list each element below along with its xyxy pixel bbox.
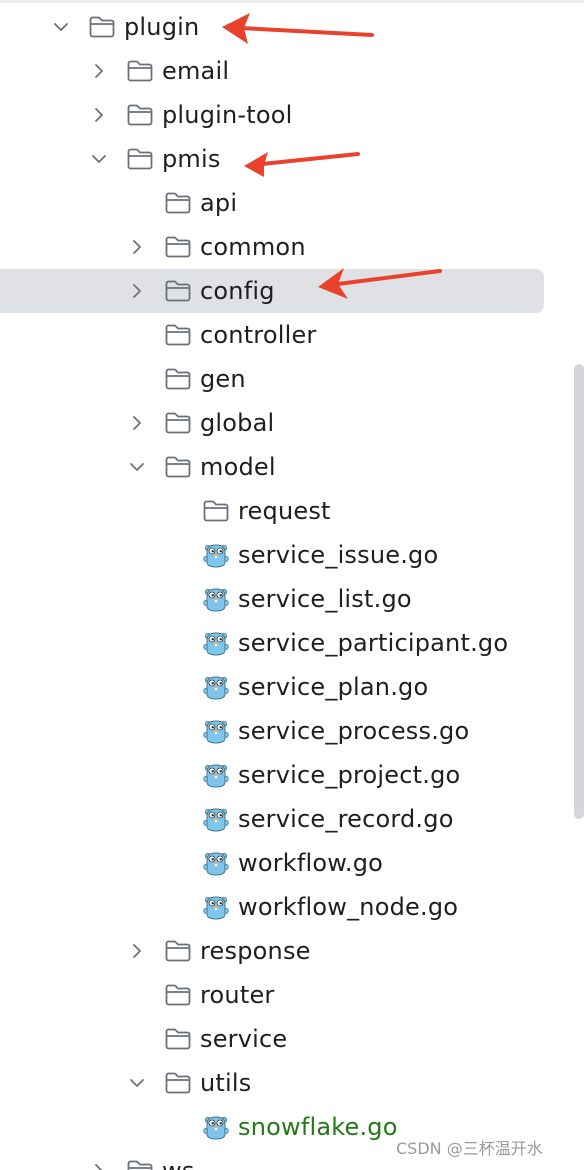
tree-node-request[interactable]: request <box>0 489 584 533</box>
chevron-down-icon[interactable] <box>128 1074 146 1092</box>
tree-node-global[interactable]: global <box>0 401 584 445</box>
tree-node-service-record-go[interactable]: service_record.go <box>0 797 584 841</box>
tree-node-label: controller <box>200 321 317 349</box>
tree-node-label: service_issue.go <box>238 541 439 569</box>
csdn-watermark: CSDN @三杯温开水 <box>396 1139 543 1158</box>
tree-node-label: plugin <box>124 13 200 41</box>
tree-node-label: service_project.go <box>238 761 461 789</box>
tree-node-label: snowflake.go <box>238 1113 398 1141</box>
tree-node-controller[interactable]: controller <box>0 313 584 357</box>
project-tree: plugin email plugin-tool pmis api common confi… <box>0 0 584 1170</box>
folder-icon <box>164 1027 192 1051</box>
go-file-icon <box>202 762 230 788</box>
tree-node-label: utils <box>200 1069 252 1097</box>
tree-node-label: common <box>200 233 306 261</box>
tree-node-label: service_record.go <box>238 805 454 833</box>
tree-node-label: service_plan.go <box>238 673 429 701</box>
go-file-icon <box>202 850 230 876</box>
tree-node-label: model <box>200 453 276 481</box>
chevron-right-icon[interactable] <box>90 106 108 124</box>
folder-icon <box>164 235 192 259</box>
tree-node-label: email <box>162 57 230 85</box>
tree-node-label: ws <box>162 1155 195 1170</box>
tree-node-service-plan-go[interactable]: service_plan.go <box>0 665 584 709</box>
tree-node-api[interactable]: api <box>0 181 584 225</box>
tree-node-service-list-go[interactable]: service_list.go <box>0 577 584 621</box>
tree-node-label: api <box>200 189 238 217</box>
tree-node-service-participant-go[interactable]: service_participant.go <box>0 621 584 665</box>
tree-node-service[interactable]: service <box>0 1017 584 1061</box>
tree-node-plugin-tool[interactable]: plugin-tool <box>0 93 584 137</box>
tree-node-label: response <box>200 937 311 965</box>
chevron-down-icon[interactable] <box>128 458 146 476</box>
chevron-right-icon[interactable] <box>128 238 146 256</box>
go-file-icon <box>202 718 230 744</box>
folder-icon <box>202 499 230 523</box>
tree-node-label: service_list.go <box>238 585 412 613</box>
chevron-right-icon[interactable] <box>90 1162 108 1170</box>
folder-icon <box>126 147 154 171</box>
folder-icon <box>164 411 192 435</box>
folder-icon <box>164 939 192 963</box>
go-file-icon <box>202 586 230 612</box>
tree-node-model[interactable]: model <box>0 445 584 489</box>
folder-icon <box>164 983 192 1007</box>
tree-node-label: workflow.go <box>238 849 384 877</box>
tree-node-common[interactable]: common <box>0 225 584 269</box>
tree-node-workflow-go[interactable]: workflow.go <box>0 841 584 885</box>
folder-icon <box>164 279 192 303</box>
go-file-icon <box>202 894 230 920</box>
tree-node-service-issue-go[interactable]: service_issue.go <box>0 533 584 577</box>
tree-node-label: pmis <box>162 145 221 173</box>
tree-node-gen[interactable]: gen <box>0 357 584 401</box>
go-file-icon <box>202 542 230 568</box>
folder-icon <box>126 59 154 83</box>
tree-node-label: service <box>200 1025 288 1053</box>
tree-node-label: router <box>200 981 275 1009</box>
tree-node-label: workflow_node.go <box>238 893 459 921</box>
tree-node-label: config <box>200 277 275 305</box>
tree-node-config[interactable]: config <box>0 269 584 313</box>
tree-node-label: gen <box>200 365 246 393</box>
chevron-down-icon[interactable] <box>90 150 108 168</box>
folder-icon <box>164 323 192 347</box>
tree-node-label: service_process.go <box>238 717 470 745</box>
tree-node-label: plugin-tool <box>162 101 293 129</box>
folder-icon <box>164 367 192 391</box>
folder-icon <box>126 1159 154 1170</box>
tree-node-service-process-go[interactable]: service_process.go <box>0 709 584 753</box>
go-file-icon <box>202 674 230 700</box>
folder-icon <box>126 103 154 127</box>
tree-node-workflow-node-go[interactable]: workflow_node.go <box>0 885 584 929</box>
go-file-icon <box>202 1114 230 1140</box>
tree-node-label: global <box>200 409 275 437</box>
vertical-scrollbar-thumb[interactable] <box>574 364 584 819</box>
tree-node-plugin[interactable]: plugin <box>0 5 584 49</box>
chevron-right-icon[interactable] <box>90 62 108 80</box>
chevron-right-icon[interactable] <box>128 942 146 960</box>
tree-top-border <box>0 0 584 3</box>
tree-node-label: request <box>238 497 331 525</box>
folder-icon <box>164 1071 192 1095</box>
tree-node-label: service_participant.go <box>238 629 509 657</box>
chevron-right-icon[interactable] <box>128 414 146 432</box>
tree-node-utils[interactable]: utils <box>0 1061 584 1105</box>
tree-node-router[interactable]: router <box>0 973 584 1017</box>
folder-icon <box>164 455 192 479</box>
go-file-icon <box>202 630 230 656</box>
tree-node-service-project-go[interactable]: service_project.go <box>0 753 584 797</box>
folder-icon <box>164 191 192 215</box>
chevron-right-icon[interactable] <box>128 282 146 300</box>
chevron-down-icon[interactable] <box>52 18 70 36</box>
go-file-icon <box>202 806 230 832</box>
tree-node-response[interactable]: response <box>0 929 584 973</box>
folder-icon <box>88 15 116 39</box>
tree-node-email[interactable]: email <box>0 49 584 93</box>
tree-node-pmis[interactable]: pmis <box>0 137 584 181</box>
